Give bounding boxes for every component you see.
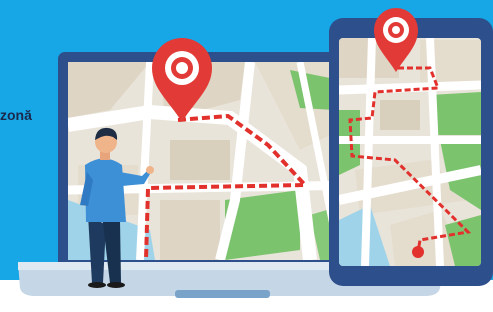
person-shirt [85, 158, 126, 222]
location-dot-icon [412, 246, 424, 258]
tablet [329, 8, 493, 286]
hero-banner: zonă [0, 0, 493, 312]
tablet-map [339, 38, 481, 266]
banner-text-left: zonă [0, 107, 32, 123]
laptop-trackpad [175, 290, 270, 298]
map-illustration [18, 8, 493, 298]
